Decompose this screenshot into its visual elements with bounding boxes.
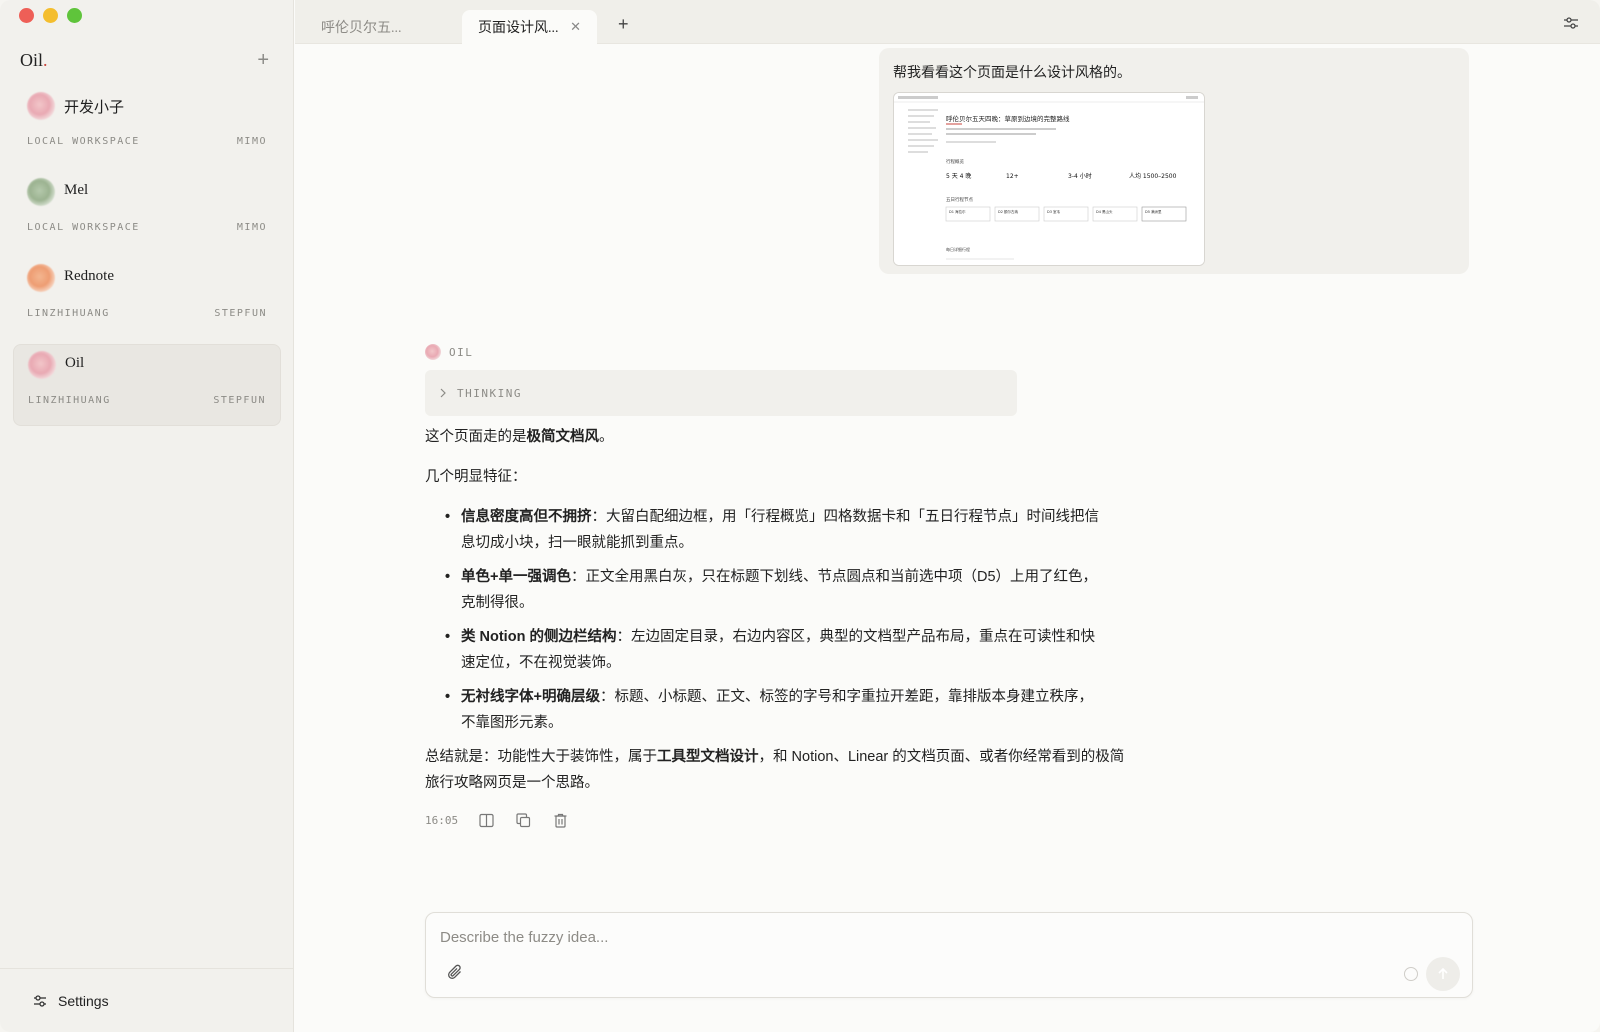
message-actions: 16:05 (425, 812, 1125, 829)
features-heading: 几个明显特征： (425, 469, 527, 485)
workspace-meta: LINZHIHUANG STEPFUN (28, 395, 266, 406)
minimize-window-button[interactable] (43, 8, 58, 23)
workspace-meta: LOCAL WORKSPACE MIMO (27, 222, 267, 233)
thinking-label: THINKING (457, 386, 522, 400)
avatar (425, 344, 441, 360)
workspace-meta: LOCAL WORKSPACE MIMO (27, 136, 267, 147)
copy-icon[interactable] (515, 812, 532, 829)
add-workspace-button[interactable]: + (257, 50, 269, 70)
message-time: 16:05 (425, 814, 459, 827)
app-logo: Oil. (20, 50, 48, 70)
list-item: 信息密度高但不拥挤：大留白配细边框，用「行程概览」四格数据卡和「五日行程节点」时… (445, 504, 1105, 556)
list-item: 无衬线字体+明确层级：标题、小标题、正文、标签的字号和字重拉开差距，靠排版本身建… (445, 684, 1105, 736)
workspace-name: Rednote (64, 268, 114, 284)
tab-label: 页面设计风... (478, 21, 559, 36)
tab-label: 呼伦贝尔五... (321, 21, 402, 36)
status-indicator (1404, 967, 1418, 981)
paperclip-icon[interactable] (446, 963, 464, 981)
assistant-header: OIL (425, 344, 1125, 360)
new-tab-button[interactable]: + (618, 14, 629, 35)
workspace-item[interactable]: 开发小子 LOCAL WORKSPACE MIMO (13, 86, 281, 168)
svg-text:3-4 小时: 3-4 小时 (1068, 172, 1092, 180)
settings-label: Settings (58, 992, 109, 1009)
zoom-window-button[interactable] (67, 8, 82, 23)
workspace-name: Oil (65, 355, 85, 371)
settings-button[interactable]: Settings (0, 968, 294, 1032)
screenshot-preview: 呼伦贝尔五天四晚：草原到边境的完整路线 行程概览 5 天 4 晚 12+ 3-4… (894, 93, 1204, 265)
arrow-up-icon (1438, 967, 1448, 979)
assistant-name: OIL (449, 345, 474, 359)
avatar (27, 92, 55, 120)
workspace-meta: LINZHIHUANG STEPFUN (27, 308, 267, 319)
svg-text:D3 室韦: D3 室韦 (1047, 209, 1061, 214)
message-composer (425, 912, 1473, 998)
svg-text:人均 1500–2500: 人均 1500–2500 (1129, 172, 1177, 180)
thumb-section: 行程概览 (946, 158, 964, 165)
thinking-toggle[interactable]: THINKING (425, 370, 1017, 416)
svg-text:5 天 4 晚: 5 天 4 晚 (946, 172, 971, 180)
tab-bar: 呼伦贝尔五... 页面设计风... ✕ + (295, 0, 1600, 44)
svg-text:12+: 12+ (1006, 173, 1019, 180)
svg-text:D1 海拉尔: D1 海拉尔 (949, 209, 966, 214)
close-icon[interactable]: ✕ (570, 20, 581, 35)
avatar (28, 351, 56, 379)
feature-list: 信息密度高但不拥挤：大留白配细边框，用「行程概览」四格数据卡和「五日行程节点」时… (425, 504, 1105, 736)
list-item: 类 Notion 的侧边栏结构：左边固定目录，右边内容区，典型的文档型产品布局，… (445, 624, 1105, 676)
svg-text:D4 黑山头: D4 黑山头 (1096, 209, 1113, 214)
workspace-name: 开发小子 (64, 100, 125, 116)
app-window: Oil. + 开发小子 LOCAL WORKSPACE MIMO Mel LOC… (0, 0, 1600, 1032)
sliders-icon[interactable] (1562, 14, 1580, 32)
tab-page-design[interactable]: 页面设计风... ✕ (462, 10, 597, 44)
avatar (27, 264, 55, 292)
avatar (27, 178, 55, 206)
thumb-title: 呼伦贝尔五天四晚：草原到边境的完整路线 (946, 114, 1070, 123)
prompt-input[interactable] (440, 923, 1340, 951)
svg-text:每日详细行程: 每日详细行程 (946, 246, 970, 252)
sliders-icon (34, 994, 46, 1007)
workspace-item[interactable]: Mel LOCAL WORKSPACE MIMO (13, 172, 281, 254)
chat-area: 帮我看看这个页面是什么设计风格的。 呼伦贝尔五天四晚：草原到边境的完整路线 行程… (295, 44, 1600, 1032)
svg-text:五日行程节点: 五日行程节点 (946, 196, 973, 203)
workspace-item[interactable]: Rednote LINZHIHUANG STEPFUN (13, 258, 281, 340)
window-controls (19, 8, 82, 23)
send-button[interactable] (1426, 957, 1460, 991)
sidebar: Oil. + 开发小子 LOCAL WORKSPACE MIMO Mel LOC… (0, 0, 294, 1032)
user-message-text: 帮我看看这个页面是什么设计风格的。 (893, 64, 1131, 80)
attachment-thumbnail[interactable]: 呼伦贝尔五天四晚：草原到边境的完整路线 行程概览 5 天 4 晚 12+ 3-4… (893, 92, 1205, 266)
answer-intro: 这个页面走的是极简文档风。 (425, 429, 614, 445)
user-message: 帮我看看这个页面是什么设计风格的。 呼伦贝尔五天四晚：草原到边境的完整路线 行程… (879, 48, 1469, 274)
workspace-name: Mel (64, 182, 89, 198)
answer-summary: 总结就是：功能性大于装饰性，属于工具型文档设计，和 Notion、Linear … (425, 749, 1125, 791)
workspace-list: 开发小子 LOCAL WORKSPACE MIMO Mel LOCAL WORK… (13, 86, 281, 430)
tab-hulunbuir[interactable]: 呼伦贝尔五... (305, 10, 455, 44)
svg-text:D5 满洲里: D5 满洲里 (1145, 209, 1162, 214)
close-window-button[interactable] (19, 8, 34, 23)
list-item: 单色+单一强调色：正文全用黑白灰，只在标题下划线、节点圆点和当前选中项（D5）上… (445, 564, 1105, 616)
chevron-right-icon (440, 388, 446, 398)
svg-text:D2 额尔古纳: D2 额尔古纳 (998, 209, 1019, 214)
trash-icon[interactable] (552, 812, 569, 829)
workspace-item-active[interactable]: Oil LINZHIHUANG STEPFUN (13, 344, 281, 426)
assistant-message: OIL THINKING 这个页面走的是极简文档风。 几个明显特征： 信息密度高… (425, 344, 1125, 829)
split-view-icon[interactable] (478, 812, 495, 829)
